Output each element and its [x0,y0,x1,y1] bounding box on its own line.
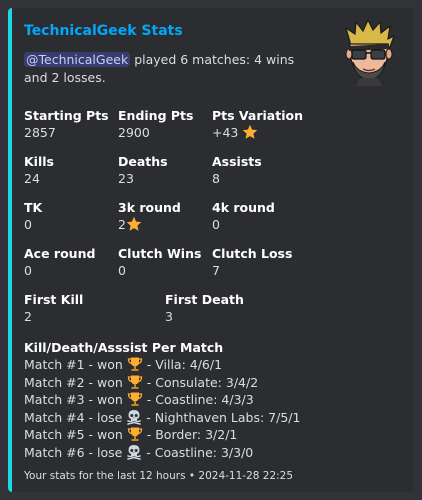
field-value: 0 [212,217,220,232]
match-map-kda-text: - Coastline: 3/3/0 [142,444,254,460]
match-result-text: Match #5 - won [24,427,127,442]
skull-crossbones-icon [126,409,142,425]
field-value: 0 [24,217,32,232]
user-mention[interactable]: @TechnicalGeek [24,52,131,67]
footer-timestamp: 2024-11-28 22:25 [198,470,294,482]
match-map-kda-text: - Nighthaven Labs: 7/5/1 [142,409,301,425]
match-result-text: Match #2 - won [24,374,127,390]
kda-heading: Kill/Death/Asssist Per Match [24,340,224,355]
field-clutch-wins: Clutch Wins 0 [118,246,212,292]
trophy-icon [127,375,143,390]
kda-match-list: Match #1 - won - Villa: 4/6/1 Match #2 - … [24,356,314,461]
trophy-icon [127,357,143,372]
kda-match-line: Match #4 - lose - Nighthaven Labs: 7/5/1 [24,409,314,427]
field-value: 0 [24,263,32,278]
field-name: Starting Pts [24,108,109,123]
field-kda-per-match: Kill/Death/Asssist Per Match Match #1 - … [24,340,314,461]
message-area: TechnicalGeek Stats @TechnicalGeek playe… [0,0,422,500]
kda-match-line: Match #5 - won - Border: 3/2/1 [24,426,314,444]
field-name: Ending Pts [118,108,194,123]
field-value-text: +43 [212,125,239,140]
fields-row-clutch: Ace round 0 Clutch Wins 0 Clutch Loss 7 [24,246,314,292]
field-deaths: Deaths 23 [118,154,212,200]
match-map-kda-text: - Coastline: 4/3/3 [142,392,254,407]
field-first-kill: First Kill 2 [24,292,165,338]
field-3k-round: 3k round 2 [118,200,212,246]
field-value: 0 [118,263,126,278]
embed-accent-bar [8,8,12,492]
field-name: Clutch Loss [212,246,293,261]
match-map-kda-text: - Villa: 4/6/1 [142,357,223,372]
stats-embed: TechnicalGeek Stats @TechnicalGeek playe… [8,8,414,492]
field-value: 2 [24,309,32,324]
kda-match-line: Match #3 - won - Coastline: 4/3/3 [24,391,314,409]
field-clutch-loss: Clutch Loss 7 [212,246,306,292]
stats-fields: Starting Pts 2857 Ending Pts 2900 Pts Va… [24,108,314,461]
field-name: Assists [212,154,262,169]
field-name: Pts Variation [212,108,303,123]
footer-separator: • [185,470,199,482]
embed-description: @TechnicalGeek played 6 matches: 4 wins … [24,51,314,87]
field-name: First Kill [24,292,84,307]
field-starting-pts: Starting Pts 2857 [24,108,118,154]
fields-row-first: First Kill 2 First Death 3 [24,292,314,338]
field-value: 2857 [24,125,56,140]
field-kills: Kills 24 [24,154,118,200]
field-name: First Death [165,292,244,307]
field-name: Deaths [118,154,168,169]
kda-match-line: Match #1 - won - Villa: 4/6/1 [24,356,314,374]
field-name: 3k round [118,200,181,215]
field-value-text: 2 [118,217,126,232]
field-name: Clutch Wins [118,246,202,261]
field-name: Kills [24,154,54,169]
field-value: 24 [24,171,40,186]
field-value: 2 [118,216,212,234]
match-result-text: Match #6 - lose [24,444,127,460]
avatar-thumbnail [344,20,396,86]
field-first-death: First Death 3 [165,292,306,338]
fields-row-kda: Kills 24 Deaths 23 Assists 8 [24,154,314,200]
star-icon [126,216,142,231]
field-value: 2900 [118,125,150,140]
embed-footer: Your stats for the last 12 hours • 2024-… [24,469,293,483]
kda-match-line: Match #6 - lose - Coastline: 3/3/0 [24,444,314,462]
match-map-kda-text: - Border: 3/2/1 [142,427,238,442]
fields-row-points: Starting Pts 2857 Ending Pts 2900 Pts Va… [24,108,314,154]
match-map-kda-text: - Consulate: 3/4/2 [142,374,259,390]
field-value: 23 [118,171,134,186]
field-tk: TK 0 [24,200,118,246]
field-4k-round: 4k round 0 [212,200,306,246]
field-value: 8 [212,171,220,186]
fields-row-rounds: TK 0 3k round 2 4k round 0 [24,200,314,246]
field-name: Ace round [24,246,96,261]
trophy-icon [127,392,143,407]
match-result-text: Match #1 - won [24,357,127,372]
skull-crossbones-icon [126,444,142,460]
kda-match-line: Match #2 - won - Consulate: 3/4/2 [24,374,314,392]
field-pts-variation: Pts Variation +43 [212,108,306,154]
field-value: 3 [165,309,173,324]
field-value: +43 [212,124,306,142]
match-result-text: Match #3 - won [24,392,127,407]
trophy-icon [127,427,143,442]
star-icon [243,124,258,139]
field-name: 4k round [212,200,275,215]
field-ace-round: Ace round 0 [24,246,118,292]
field-assists: Assists 8 [212,154,306,200]
embed-title[interactable]: TechnicalGeek Stats [24,22,183,40]
match-result-text: Match #4 - lose [24,409,127,425]
field-value: 7 [212,263,220,278]
field-ending-pts: Ending Pts 2900 [118,108,212,154]
footer-text: Your stats for the last 12 hours [24,470,186,482]
field-name: TK [24,200,43,215]
